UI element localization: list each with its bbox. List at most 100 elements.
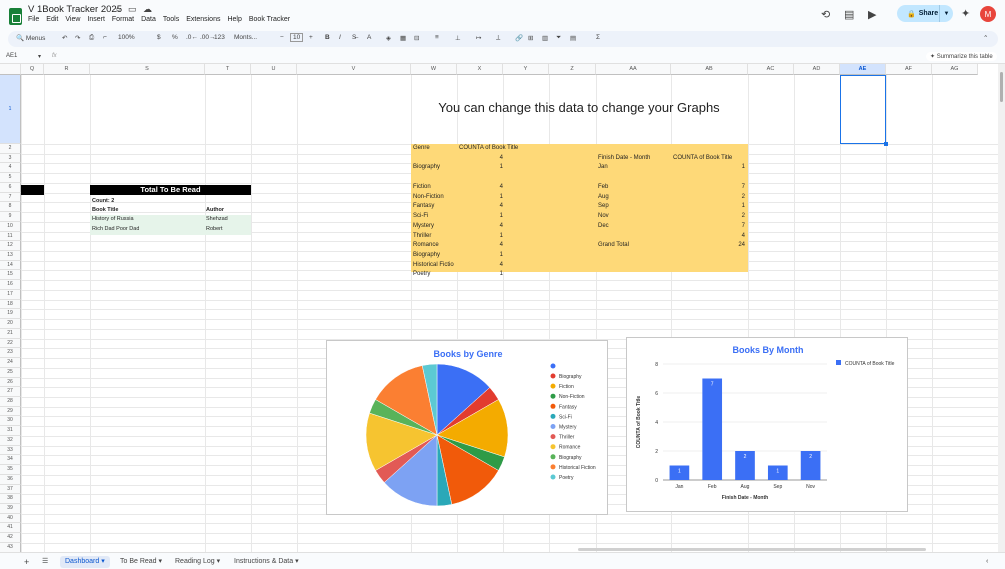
doc-title[interactable]: V 1Book Tracker 2025 bbox=[28, 4, 122, 15]
row-header-31[interactable]: 31 bbox=[0, 426, 21, 436]
all-sheets-icon[interactable]: ☰ bbox=[42, 556, 48, 568]
row-header-30[interactable]: 30 bbox=[0, 416, 21, 427]
column-header-s[interactable]: S bbox=[90, 64, 205, 75]
column-header-r[interactable]: R bbox=[44, 64, 90, 75]
select-all-corner[interactable] bbox=[0, 64, 21, 75]
row-header-35[interactable]: 35 bbox=[0, 465, 21, 475]
history-icon[interactable]: ⟲ bbox=[821, 8, 830, 21]
gemini-icon[interactable]: ✦ bbox=[961, 7, 970, 20]
menu-tools[interactable]: Tools bbox=[163, 16, 179, 23]
star-icon[interactable]: ☆ bbox=[114, 4, 122, 15]
tab-to-be-read[interactable]: To Be Read ▾ bbox=[120, 556, 162, 568]
font-size-input[interactable]: 10 bbox=[290, 33, 304, 42]
books-by-genre-chart[interactable]: Books by Genre Biography Fiction Non-Fictio… bbox=[326, 340, 608, 515]
row-header-21[interactable]: 21 bbox=[0, 328, 21, 339]
menu-extensions[interactable]: Extensions bbox=[186, 16, 220, 23]
row-header-27[interactable]: 27 bbox=[0, 387, 21, 397]
row-header-7[interactable]: 7 bbox=[0, 192, 21, 203]
bold-button[interactable]: B bbox=[325, 34, 330, 41]
column-header-ab[interactable]: AB bbox=[671, 64, 748, 75]
row-header-28[interactable]: 28 bbox=[0, 396, 21, 407]
insert-comment-icon[interactable]: ⊞ bbox=[528, 34, 533, 42]
row-header-24[interactable]: 24 bbox=[0, 358, 21, 368]
tab-reading-log[interactable]: Reading Log ▾ bbox=[175, 556, 220, 568]
meet-icon[interactable]: ▶ bbox=[868, 8, 876, 21]
strikethrough-icon[interactable]: S̶ bbox=[352, 34, 356, 41]
fill-handle[interactable] bbox=[884, 142, 888, 146]
share-dropdown-icon[interactable]: ▼ bbox=[939, 5, 953, 22]
row-header-29[interactable]: 29 bbox=[0, 406, 21, 417]
row-header-17[interactable]: 17 bbox=[0, 289, 21, 300]
column-header-x[interactable]: X bbox=[457, 64, 503, 75]
row-header-34[interactable]: 34 bbox=[0, 455, 21, 466]
collapse-toolbar-icon[interactable]: ⌃ bbox=[983, 34, 988, 42]
menu-book-tracker[interactable]: Book Tracker bbox=[249, 16, 290, 23]
horizontal-scrollbar[interactable] bbox=[578, 548, 926, 551]
currency-button[interactable]: $ bbox=[157, 34, 161, 41]
row-header-25[interactable]: 25 bbox=[0, 367, 21, 378]
link-icon[interactable]: 🔗 bbox=[515, 34, 523, 42]
row-header-32[interactable]: 32 bbox=[0, 435, 21, 446]
cloud-status-icon[interactable]: ☁ bbox=[143, 4, 152, 15]
add-sheet-icon[interactable]: + bbox=[24, 556, 29, 568]
row-header-9[interactable]: 9 bbox=[0, 212, 21, 222]
row-header-26[interactable]: 26 bbox=[0, 377, 21, 388]
row-header-40[interactable]: 40 bbox=[0, 513, 21, 524]
filter-icon[interactable]: ⏷ bbox=[556, 34, 561, 42]
percent-button[interactable]: % bbox=[172, 34, 178, 41]
row-header-33[interactable]: 33 bbox=[0, 445, 21, 456]
row-header-4[interactable]: 4 bbox=[0, 163, 21, 174]
move-folder-icon[interactable]: ▭ bbox=[128, 4, 137, 15]
menu-file[interactable]: File bbox=[28, 16, 39, 23]
selected-cell[interactable] bbox=[840, 75, 886, 144]
tab-dashboard[interactable]: Dashboard ▾ bbox=[60, 556, 110, 568]
number-format-button[interactable]: 123 bbox=[214, 34, 225, 41]
column-header-z[interactable]: Z bbox=[549, 64, 596, 75]
row-header-6[interactable]: 6 bbox=[0, 182, 21, 193]
fill-color-icon[interactable]: ◈ bbox=[386, 34, 391, 42]
name-box[interactable]: AE1 bbox=[6, 53, 17, 59]
zoom-select[interactable]: 100% bbox=[118, 34, 135, 41]
tab-instructions[interactable]: Instructions & Data ▾ bbox=[234, 556, 299, 568]
merge-icon[interactable]: ⊟ bbox=[414, 34, 419, 42]
row-header-39[interactable]: 39 bbox=[0, 504, 21, 514]
column-header-y[interactable]: Y bbox=[503, 64, 549, 75]
column-header-ag[interactable]: AG bbox=[932, 64, 978, 75]
row-header-2[interactable]: 2 bbox=[0, 144, 21, 154]
share-button[interactable]: 🔒 Share ▼ bbox=[897, 5, 953, 22]
functions-icon[interactable]: Σ bbox=[596, 34, 600, 41]
row-header-38[interactable]: 38 bbox=[0, 494, 21, 504]
wrap-icon[interactable]: ↦ bbox=[476, 34, 481, 42]
filter-views-icon[interactable]: ▤ bbox=[570, 34, 576, 42]
sheets-logo-icon[interactable] bbox=[9, 8, 22, 25]
menu-insert[interactable]: Insert bbox=[87, 16, 105, 23]
insert-chart-icon[interactable]: ▥ bbox=[542, 34, 548, 42]
column-header-af[interactable]: AF bbox=[886, 64, 932, 75]
column-header-w[interactable]: W bbox=[411, 64, 457, 75]
print-icon[interactable]: ⎙ bbox=[89, 34, 94, 42]
row-header-20[interactable]: 20 bbox=[0, 319, 21, 329]
row-header-11[interactable]: 11 bbox=[0, 231, 21, 242]
paint-format-icon[interactable]: ⌐ bbox=[103, 34, 107, 41]
row-header-37[interactable]: 37 bbox=[0, 484, 21, 495]
column-header-v[interactable]: V bbox=[297, 64, 411, 75]
row-header-14[interactable]: 14 bbox=[0, 260, 21, 271]
row-header-13[interactable]: 13 bbox=[0, 251, 21, 261]
align-icon[interactable]: ≡ bbox=[435, 34, 439, 41]
column-header-ad[interactable]: AD bbox=[794, 64, 840, 75]
row-header-43[interactable]: 43 bbox=[0, 542, 21, 552]
menus-search[interactable]: 🔍 Menus bbox=[16, 34, 45, 42]
undo-icon[interactable]: ↶ bbox=[62, 34, 67, 42]
row-header-16[interactable]: 16 bbox=[0, 280, 21, 290]
row-header-5[interactable]: 5 bbox=[0, 173, 21, 183]
vertical-scrollbar[interactable] bbox=[998, 64, 1005, 552]
column-header-ae[interactable]: AE bbox=[840, 64, 886, 75]
row-header-19[interactable]: 19 bbox=[0, 309, 21, 320]
row-header-36[interactable]: 36 bbox=[0, 474, 21, 485]
menu-format[interactable]: Format bbox=[112, 16, 134, 23]
row-header-23[interactable]: 23 bbox=[0, 348, 21, 359]
bar-feb[interactable] bbox=[702, 378, 723, 481]
avatar[interactable]: M bbox=[980, 6, 996, 22]
font-size-increase-icon[interactable]: + bbox=[309, 34, 313, 41]
column-header-u[interactable]: U bbox=[251, 64, 297, 75]
